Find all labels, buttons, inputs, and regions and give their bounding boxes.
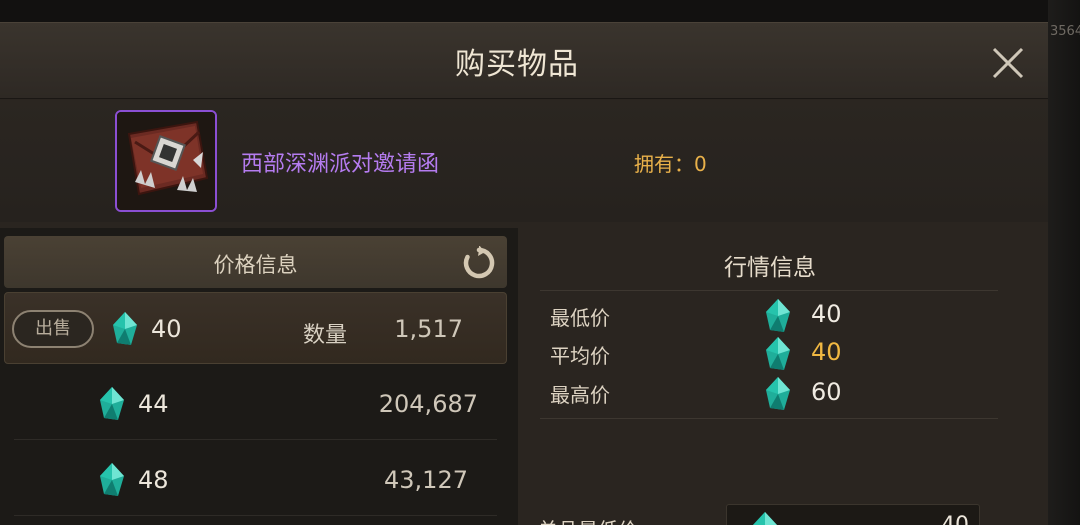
blue-crystal-icon: [100, 387, 124, 420]
average-price-label: 平均价: [550, 344, 610, 368]
blue-crystal-icon: [766, 337, 790, 370]
owned-count-label: 拥有：0: [634, 148, 707, 177]
market-info-panel: 行情信息 最低价 40 平均价 40 最高价 60 单品最低价: [518, 228, 1048, 525]
lowest-price-label: 最低价: [550, 306, 610, 330]
lowest-price-value: 40: [811, 300, 842, 328]
listing-row[interactable]: 出售 40 数量 1,517: [4, 292, 507, 364]
row-divider: [14, 439, 497, 440]
close-icon: [992, 47, 1024, 79]
background-right: [1048, 0, 1080, 525]
listing-price: 40: [151, 315, 182, 343]
owned-label: 拥有：: [634, 152, 694, 176]
price-info-title: 价格信息: [213, 253, 298, 277]
divider: [540, 418, 998, 419]
sell-button[interactable]: 出售: [12, 310, 94, 348]
blue-crystal-icon: [766, 377, 790, 410]
buy-item-dialog: 购买物品 西部深渊派对邀请函 拥有：0 价格信息 出售 40 数量 1,517 …: [0, 22, 1048, 525]
item-info-row: 西部深渊派对邀请函 拥有：0: [0, 100, 1048, 222]
blue-crystal-icon: [100, 463, 124, 496]
refresh-icon: [463, 245, 495, 279]
highest-price-value: 60: [811, 378, 842, 406]
background-text: 3564: [1050, 24, 1080, 39]
blue-crystal-icon: [113, 312, 137, 345]
listing-quantity: 1,517: [394, 315, 463, 343]
refresh-button[interactable]: [462, 245, 496, 280]
invitation-letter-icon: [117, 112, 215, 210]
listing-quantity: 204,687: [378, 390, 478, 418]
blue-crystal-icon: [753, 512, 777, 525]
market-info-title: 行情信息: [724, 255, 816, 281]
title-bar: 购买物品: [0, 23, 1048, 99]
background-top: [0, 0, 1080, 22]
close-button[interactable]: [986, 41, 1030, 85]
listing-row[interactable]: 48 43,127: [4, 444, 507, 516]
blue-crystal-icon: [766, 299, 790, 332]
listing-row[interactable]: 44 204,687: [4, 368, 507, 440]
listing-price: 44: [138, 390, 169, 418]
unit-lowest-price-value: 40: [941, 513, 969, 525]
divider: [540, 290, 998, 291]
highest-price-label: 最高价: [550, 383, 610, 407]
item-name: 西部深渊派对邀请函: [241, 152, 440, 177]
listing-price: 48: [138, 466, 169, 494]
dialog-title: 购买物品: [455, 47, 579, 82]
listing-quantity: 43,127: [384, 466, 468, 494]
unit-lowest-price-label: 单品最低价: [538, 514, 638, 525]
price-info-header: 价格信息: [4, 236, 507, 288]
average-price-value: 40: [811, 338, 842, 366]
price-info-panel: 价格信息 出售 40 数量 1,517 44 204,687 48 43,127: [0, 228, 518, 525]
unit-lowest-price-box: 40: [726, 504, 980, 525]
owned-count: 0: [694, 152, 707, 176]
row-divider: [14, 515, 497, 516]
item-icon[interactable]: [115, 110, 217, 212]
